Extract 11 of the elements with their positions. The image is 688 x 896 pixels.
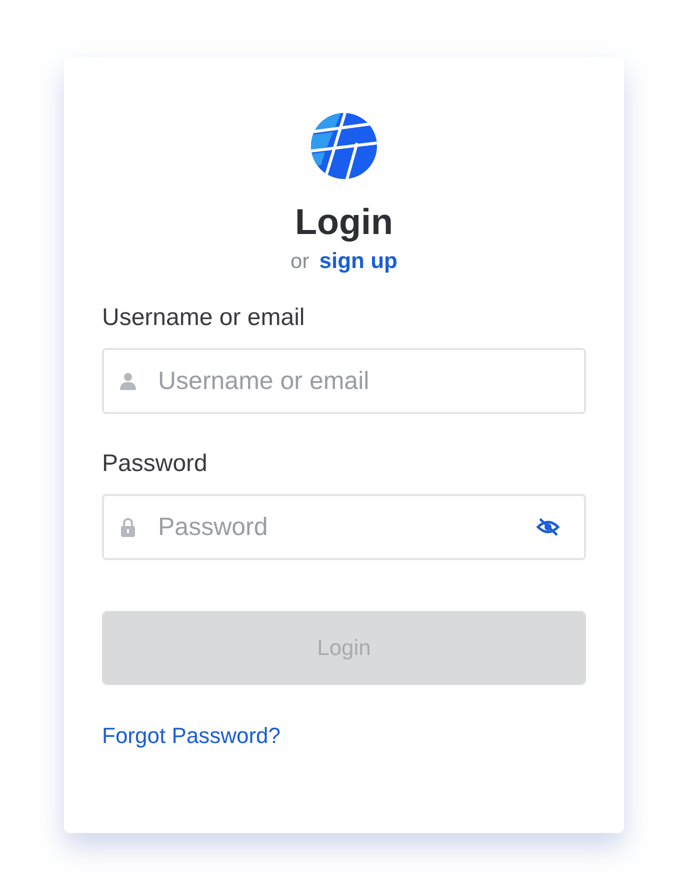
field-label: Username or email — [102, 304, 306, 332]
sign-up-link[interactable]: sign up — [319, 248, 398, 274]
user-icon — [120, 372, 136, 390]
username-field[interactable]: Username or email — [102, 348, 586, 414]
login-title: Login — [295, 201, 393, 243]
lock-icon — [120, 518, 136, 537]
eye-slash-icon[interactable] — [536, 517, 560, 537]
password-field[interactable]: Password — [102, 494, 586, 560]
or-text: or — [290, 250, 310, 274]
forgot-password-link[interactable]: Forgot Password? — [102, 723, 281, 749]
field-label: Password — [102, 450, 208, 478]
